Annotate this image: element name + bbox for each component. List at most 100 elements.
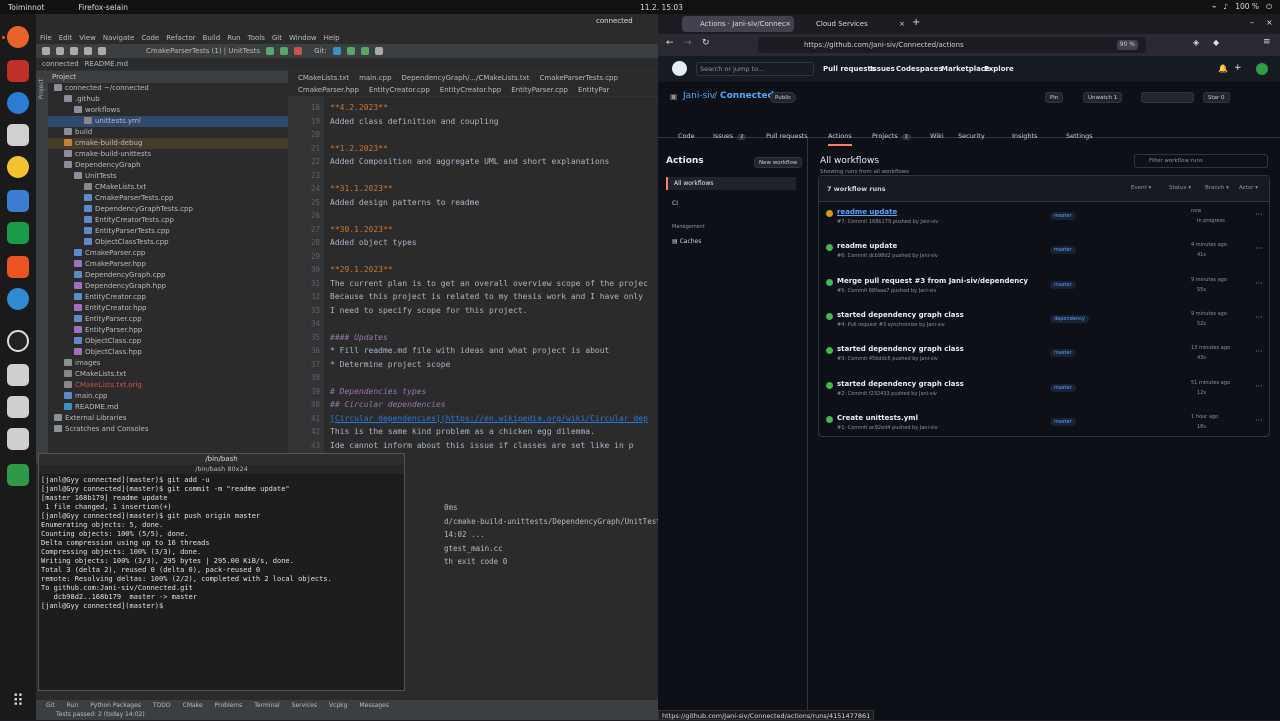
tool-tab[interactable]: Python Packages [90,702,141,709]
project-tool-tab[interactable]: Project [38,79,45,100]
system-tray[interactable]: ⌁ ♪ 100 % ⏻ [1212,2,1272,12]
actor-filter[interactable]: Actor ▾ [1239,185,1258,191]
nav-explore[interactable]: Explore [984,65,1014,73]
close-icon[interactable]: × [785,16,791,32]
branch-filter[interactable]: Branch ▾ [1205,185,1229,191]
workflow-run-row[interactable]: started dependency graph class #3: Commit… [819,343,1271,377]
save-icon[interactable] [56,47,64,55]
menu-run[interactable]: Run [227,34,240,42]
menu-edit[interactable]: Edit [59,34,73,42]
tree-item[interactable]: EntityParser.hpp [48,325,288,336]
close-window-icon[interactable]: × [1266,18,1273,27]
run-title-link[interactable]: started dependency graph class [837,345,964,353]
tree-item[interactable]: External Libraries [48,413,288,424]
notifications-icon[interactable]: 🔔 [1218,64,1228,73]
run-title-link[interactable]: started dependency graph class [837,380,964,388]
help-icon[interactable] [7,288,29,310]
clock[interactable]: 11.2. 15.03 [640,3,683,12]
thunderbird-icon[interactable] [7,92,29,114]
activities-button[interactable]: Toiminnot [8,3,44,12]
tool-tab[interactable]: Problems [215,702,243,709]
tool-tab[interactable]: Services [292,702,317,709]
workflow-run-row[interactable]: Create unittests.yml #1: Commit ac92ed4 p… [819,412,1271,446]
intellij-icon[interactable] [7,60,29,82]
run-icon[interactable] [266,47,275,55]
git-update-icon[interactable] [332,47,341,55]
tree-item[interactable]: UnitTests [48,171,288,182]
menu-file[interactable]: File [40,34,52,42]
more-options-icon[interactable]: ··· [1255,416,1263,425]
run-title-link[interactable]: Create unittests.yml [837,414,918,422]
branch-badge[interactable]: master [1050,212,1076,220]
trash-icon[interactable] [7,464,29,486]
menu-window[interactable]: Window [289,34,317,42]
caches-link[interactable]: ▤ Caches [672,238,701,245]
tree-item[interactable]: workflows [48,105,288,116]
ssd2-icon[interactable] [7,428,29,450]
star-button[interactable]: Star 0 [1203,92,1230,103]
menu-icon[interactable]: ≡ [1263,37,1271,47]
event-filter[interactable]: Event ▾ [1131,185,1151,191]
github-search-input[interactable]: Search or jump to... [696,62,814,76]
tree-item[interactable]: DependencyGraph.cpp [48,270,288,281]
tree-item[interactable]: EntityParserTests.cpp [48,226,288,237]
tool-tab[interactable]: CMake [183,702,203,709]
menu-tools[interactable]: Tools [248,34,265,42]
menu-refactor[interactable]: Refactor [166,34,195,42]
minimize-icon[interactable]: – [1250,18,1254,27]
repo-name-link[interactable]: Connected [720,91,774,101]
filter-runs-input[interactable]: Filter workflow runs [1134,154,1268,168]
workflow-run-row[interactable]: Merge pull request #3 from Jani-siv/depe… [819,275,1271,309]
terminal-window[interactable]: /bin/bash /bin/bash 80x24 [janl@Gyy conn… [38,453,405,691]
tree-item[interactable]: cmake-build-unittests [48,149,288,160]
repo-owner-link[interactable]: Jani-siv [683,91,715,101]
tool-tab[interactable]: Terminal [254,702,279,709]
new-workflow-button[interactable]: New workflow [754,157,803,168]
zoom-level[interactable]: 90 % [1116,40,1138,50]
more-options-icon[interactable]: ··· [1255,347,1263,356]
editor-tab[interactable]: CmakeParser.hpp [298,86,359,94]
tool-tab[interactable]: Run [67,702,79,709]
run-title-link[interactable]: started dependency graph class [837,311,964,319]
more-options-icon[interactable]: ··· [1255,382,1263,391]
branch-badge[interactable]: master [1050,246,1076,255]
nav-pull-requests[interactable]: Pull requests [823,65,875,73]
tree-item[interactable]: build [48,127,288,138]
sync-icon[interactable] [70,47,78,55]
tree-item[interactable]: CMakeLists.txt [48,182,288,193]
back-icon[interactable]: ← [666,38,674,48]
tree-item[interactable]: CmakeParserTests.cpp [48,193,288,204]
status-filter[interactable]: Status ▾ [1169,185,1191,191]
branch-badge[interactable]: master [1050,417,1076,426]
branch-badge[interactable]: master [1050,383,1076,392]
menu-help[interactable]: Help [324,34,340,42]
tree-item[interactable]: EntityCreator.hpp [48,303,288,314]
tool-tab[interactable]: Git [46,702,55,709]
github-logo-icon[interactable] [672,61,687,76]
reload-icon[interactable]: ↻ [702,38,710,48]
new-tab-icon[interactable]: + [912,17,920,28]
menu-build[interactable]: Build [203,34,221,42]
firefox-icon[interactable] [7,26,29,48]
ssd-icon[interactable] [7,396,29,418]
branch-badge[interactable]: master [1050,280,1076,289]
tree-item[interactable]: CmakeParser.hpp [48,259,288,270]
tool-tab[interactable]: TODO [153,702,171,709]
back-icon[interactable] [84,47,92,55]
workflow-run-row[interactable]: started dependency graph class #4: Pull r… [819,309,1271,343]
menu-view[interactable]: View [79,34,96,42]
tree-item[interactable]: README.md [48,402,288,413]
breadcrumb-project[interactable]: connected [42,60,79,68]
tab-cloud-services[interactable]: Cloud Services × [798,16,908,32]
files-icon[interactable] [7,124,29,146]
tree-item[interactable]: unittests.yml [48,116,288,127]
nav-codespaces[interactable]: Codespaces [896,65,943,73]
clion-icon[interactable] [7,222,29,244]
tree-item[interactable]: Scratches and Consoles [48,424,288,435]
forward-icon[interactable]: → [684,38,692,48]
editor-tab[interactable]: DependencyGraph/.../CMakeLists.txt [402,74,530,82]
editor-tab[interactable]: EntityParser.cpp [511,86,568,94]
more-options-icon[interactable]: ··· [1255,244,1263,253]
fork-button[interactable] [1141,92,1194,103]
obs-icon[interactable] [7,330,29,352]
